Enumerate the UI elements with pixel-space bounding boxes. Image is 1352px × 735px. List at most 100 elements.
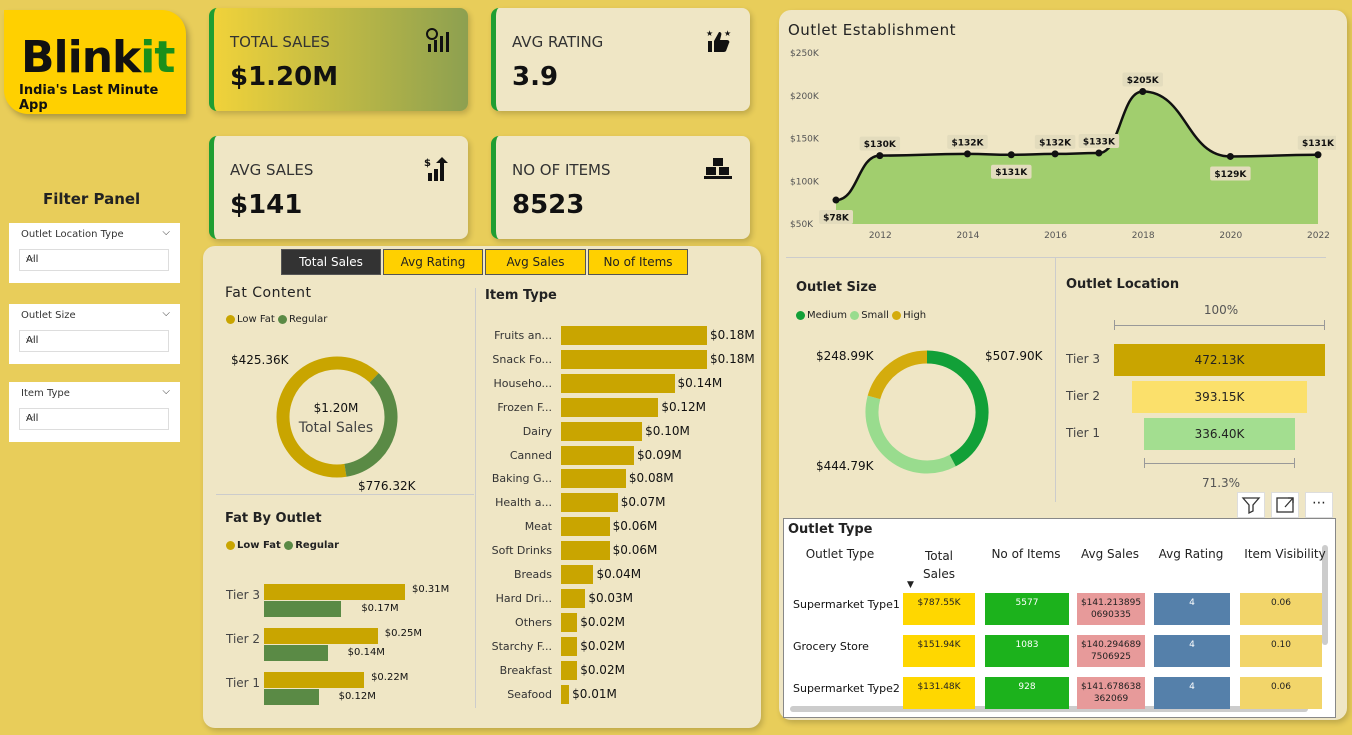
item-type-label: Fruits an...: [494, 329, 552, 342]
item-type-label: Breads: [513, 568, 552, 581]
divider: [216, 494, 474, 495]
funnel-tier-label: Tier 3: [1066, 352, 1101, 366]
bar-low-fat: [264, 628, 378, 644]
bar-low-fat: [264, 584, 405, 600]
item-type-value-label: $0.06M: [612, 519, 658, 534]
data-point: [832, 196, 840, 204]
table-header: Total Sales: [923, 549, 955, 581]
fat-lowfat-data-label: $776.32K: [358, 479, 416, 493]
tab-total-sales[interactable]: Total Sales: [281, 249, 381, 275]
tier-label: Tier 1: [226, 676, 261, 690]
outlet-establishment-title: Outlet Establishment: [788, 21, 957, 39]
slicer-dropdown[interactable]: All ⌵: [19, 330, 169, 352]
slicer-outlet-location-type[interactable]: Outlet Location Type ⌵ All ⌵: [9, 223, 180, 283]
sales-chart-icon: [426, 28, 449, 52]
divider: [1055, 258, 1056, 502]
kpi-avg-rating: AVG RATING 3.9 ★ ★: [491, 8, 750, 111]
slicer-dropdown[interactable]: All ⌵: [19, 249, 169, 271]
donut-slice-high: [867, 350, 928, 400]
outlet-size-title: Outlet Size: [796, 280, 877, 295]
item-type-title: Item Type: [485, 288, 557, 303]
item-type-value-label: $0.18M: [710, 351, 755, 366]
chevron-down-icon[interactable]: ⌵: [162, 386, 170, 397]
legend-dot-low-fat: [226, 314, 235, 324]
fat-content-donut: [276, 356, 398, 478]
x-tick-label: 2012: [869, 231, 892, 241]
table-cell-rating: 4: [1154, 677, 1230, 709]
slicer-label: Outlet Size: [21, 310, 76, 321]
item-type-bar: [561, 397, 659, 417]
item-type-value-label: $0.14M: [677, 375, 723, 390]
tab-no-of-items[interactable]: No of Items: [588, 249, 688, 275]
items-boxes-icon: [704, 158, 732, 179]
item-type-label: Soft Drinks: [491, 544, 552, 558]
table-cell-avg: $140.294689 7506925: [1077, 635, 1145, 667]
kpi-value: $1.20M: [230, 62, 339, 92]
y-tick-label: $100K: [790, 177, 820, 187]
filter-icon[interactable]: [1237, 492, 1265, 518]
fat-content-legend: Low Fat Regular: [226, 314, 327, 325]
donut-slice-medium: [926, 350, 989, 467]
funnel-bracket: [1144, 463, 1295, 464]
funnel-bracket: [1114, 325, 1325, 326]
growth-chart-icon: $: [424, 157, 448, 181]
item-type-value-label: $0.10M: [645, 423, 690, 438]
bar-regular-label: $0.14M: [347, 647, 385, 658]
divider: [786, 257, 1326, 258]
tab-avg-sales[interactable]: Avg Sales: [485, 249, 586, 275]
tab-avg-rating[interactable]: Avg Rating: [383, 249, 483, 275]
item-type-label: Starchy F...: [491, 639, 552, 653]
x-tick-label: 2022: [1307, 231, 1330, 241]
item-type-bar: [561, 517, 610, 537]
item-type-value-label: $0.07M: [620, 495, 666, 510]
data-label: $132K: [1039, 138, 1072, 148]
item-type-bar: [561, 636, 578, 656]
legend-dot-regular: [284, 540, 294, 550]
chevron-down-icon: ⌵: [26, 334, 34, 345]
y-tick-label: $200K: [790, 92, 820, 102]
filter-panel-title: Filter Panel: [43, 190, 141, 208]
funnel-bar: 336.40K: [1144, 418, 1295, 450]
bar-regular: [264, 689, 319, 705]
kpi-total-sales: TOTAL SALES $1.20M: [209, 8, 468, 111]
chevron-down-icon[interactable]: ⌵: [162, 227, 170, 238]
tier-label: Tier 3: [226, 588, 261, 602]
size-medium-data-label: $507.90K: [985, 349, 1043, 363]
item-type-value-label: $0.08M: [628, 471, 674, 486]
item-type-bar: [561, 660, 578, 680]
item-type-value-label: $0.04M: [596, 567, 642, 581]
item-type-value-label: $0.09M: [637, 447, 682, 462]
item-type-label: Others: [515, 615, 552, 629]
bar-low-fat-label: $0.22M: [371, 672, 409, 683]
y-tick-label: $150K: [790, 135, 820, 145]
item-type-bar: [561, 493, 618, 513]
table-cell-outlet-type: Supermarket Type1: [793, 598, 900, 611]
data-point: [1095, 149, 1103, 157]
bar-regular-label: $0.12M: [338, 691, 376, 702]
table-cell-outlet-type: Supermarket Type2: [793, 682, 900, 695]
size-high-data-label: $248.99K: [816, 349, 874, 363]
donut-center-value: $1.20M: [313, 401, 359, 415]
slicer-dropdown[interactable]: All ⌵: [19, 408, 169, 430]
data-label: $78K: [823, 214, 850, 224]
item-type-bar: [561, 684, 570, 704]
slicer-item-type[interactable]: Item Type ⌵ All ⌵: [9, 382, 180, 442]
data-point: [876, 152, 884, 160]
data-label: $133K: [1083, 138, 1116, 148]
funnel-bar: 393.15K: [1131, 381, 1308, 413]
outlet-size-legend: Medium Small High: [796, 310, 926, 321]
more-options-icon[interactable]: ⋯: [1305, 492, 1333, 518]
item-type-label: Dairy: [522, 424, 552, 438]
data-label: $129K: [1214, 170, 1247, 180]
chevron-down-icon[interactable]: ⌵: [162, 308, 170, 319]
kpi-label: AVG SALES: [230, 161, 314, 179]
slicer-outlet-size[interactable]: Outlet Size ⌵ All ⌵: [9, 304, 180, 364]
slicer-label: Item Type: [21, 388, 70, 399]
item-type-label: Househo...: [493, 376, 552, 390]
item-type-value-label: $0.02M: [580, 638, 625, 653]
data-label: $131K: [995, 168, 1028, 178]
table-cell-sales: $151.94K: [903, 635, 975, 667]
donut-slice-small: [865, 395, 956, 474]
table-cell-vis: 0.06: [1240, 593, 1322, 625]
focus-mode-icon[interactable]: [1271, 492, 1299, 518]
